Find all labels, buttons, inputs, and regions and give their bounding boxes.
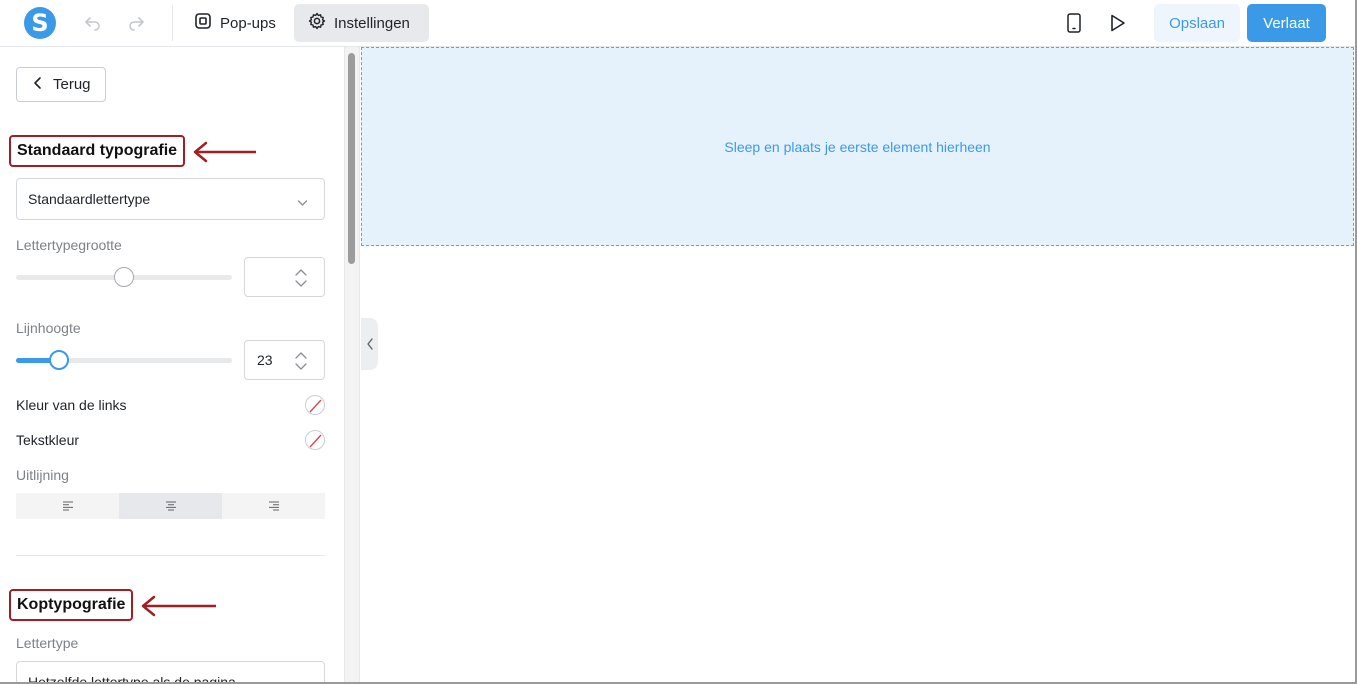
font-select-value: Standaardlettertype	[28, 191, 151, 207]
redo-icon[interactable]	[123, 10, 149, 36]
chevron-left-icon	[33, 76, 43, 94]
settings-sidebar: Terug Standaard typografie Standaardlett…	[0, 47, 345, 682]
link-color-label: Kleur van de links	[16, 397, 127, 413]
alignment-label: Uitlijning	[16, 467, 69, 483]
line-height-stepper[interactable]: 23	[244, 340, 325, 380]
heading-font-select[interactable]: Hetzelfde lettertype als de pagina	[16, 661, 325, 682]
align-center-button[interactable]	[119, 493, 222, 519]
back-label: Terug	[53, 76, 91, 93]
annotation-arrow	[141, 595, 216, 617]
tab-popups[interactable]: Pop-ups	[180, 4, 292, 42]
line-height-label: Lijnhoogte	[16, 320, 81, 336]
align-right-button[interactable]	[222, 493, 325, 519]
font-size-slider-thumb[interactable]	[114, 267, 134, 287]
play-icon[interactable]	[1105, 10, 1131, 36]
font-size-stepper[interactable]	[244, 257, 325, 297]
mobile-preview-icon[interactable]	[1061, 10, 1087, 36]
font-size-slider[interactable]	[16, 267, 232, 287]
section-title-standard-typography: Standaard typografie	[9, 135, 186, 167]
text-color-label: Tekstkleur	[16, 432, 80, 448]
heading-font-select-value: Hetzelfde lettertype als de pagina	[28, 674, 236, 682]
collapse-sidebar-button[interactable]	[361, 318, 378, 370]
tab-label: Instellingen	[334, 14, 410, 32]
align-left-icon	[62, 501, 73, 511]
line-height-slider[interactable]	[16, 350, 232, 370]
section-divider	[16, 555, 325, 556]
sidebar-scrollbar-thumb[interactable]	[348, 53, 355, 264]
toolbar-divider	[172, 5, 173, 41]
leave-button[interactable]: Verlaat	[1247, 4, 1326, 42]
align-center-icon	[165, 501, 176, 511]
font-size-label: Lettertypegrootte	[16, 237, 122, 253]
chevron-down-icon	[297, 194, 308, 210]
tab-label: Pop-ups	[220, 14, 276, 32]
drop-zone-text: Sleep en plaats je eerste element hierhe…	[724, 138, 991, 155]
align-right-icon	[268, 501, 279, 511]
drop-zone[interactable]: Sleep en plaats je eerste element hierhe…	[361, 47, 1354, 246]
chevron-left-icon	[366, 338, 373, 350]
line-height-value: 23	[257, 352, 273, 368]
align-left-button[interactable]	[16, 493, 119, 519]
link-color-swatch[interactable]	[305, 395, 325, 415]
annotation-arrow	[193, 141, 256, 163]
font-select[interactable]: Standaardlettertype	[16, 178, 325, 220]
heading-font-label: Lettertype	[16, 635, 79, 651]
line-height-slider-thumb[interactable]	[49, 350, 70, 370]
stepper-arrows-icon[interactable]	[294, 268, 308, 291]
top-toolbar: S Pop-ups Instellingen Opslaan Verlaat	[0, 0, 1355, 47]
back-button[interactable]: Terug	[16, 67, 106, 102]
chevron-down-icon	[297, 677, 308, 682]
tab-settings[interactable]: Instellingen	[294, 4, 429, 42]
text-color-swatch[interactable]	[305, 430, 325, 450]
undo-icon[interactable]	[80, 10, 106, 36]
popup-icon	[194, 12, 212, 34]
editor-canvas[interactable]: Sleep en plaats je eerste element hierhe…	[361, 47, 1355, 682]
gear-icon	[308, 12, 326, 34]
stepper-arrows-icon[interactable]	[294, 351, 308, 374]
alignment-control	[16, 493, 325, 519]
app-logo: S	[24, 7, 56, 39]
section-title-heading-typography: Koptypografie	[9, 589, 134, 621]
save-button[interactable]: Opslaan	[1154, 4, 1240, 42]
